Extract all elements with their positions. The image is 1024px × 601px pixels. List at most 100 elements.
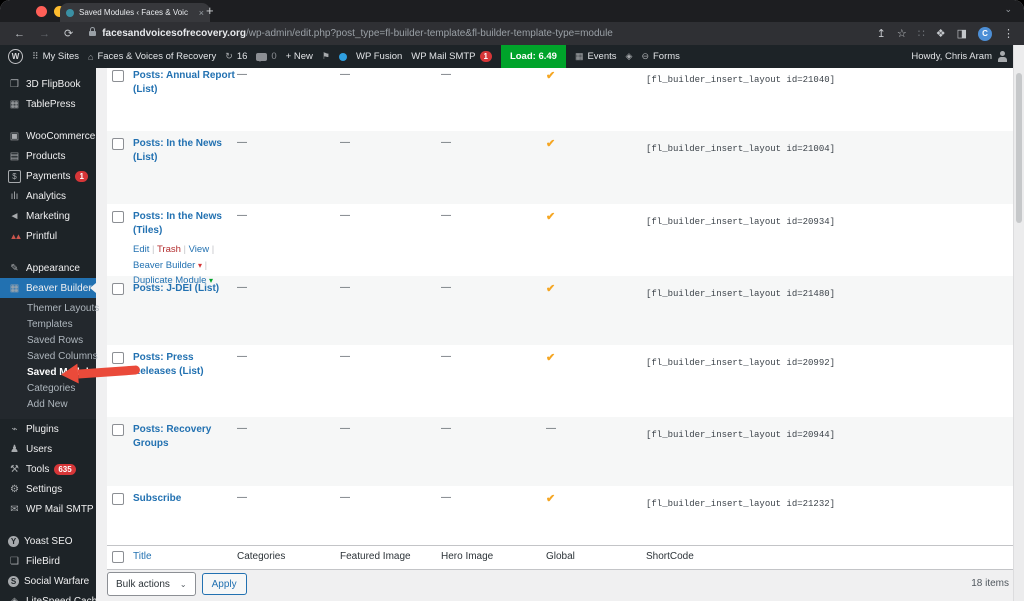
sort-title-link[interactable]: Title [133,551,152,562]
wp-fusion-dot-icon [338,52,347,61]
table-row: Posts: Recovery Groups — — — — [fl_build… [107,417,1014,486]
updates-menu[interactable]: ↻ 16 [225,51,247,62]
sidebar-item-litespeed-cache[interactable]: ◈ LiteSpeed Cache [0,591,103,601]
column-header-hero-image: Hero Image [441,551,494,562]
my-sites-menu[interactable]: ⠿ My Sites [32,51,79,62]
browser-tab[interactable]: Saved Modules ‹ Faces & Voic × [60,3,210,22]
sidebar-item-beaver-builder[interactable]: ▦ Beaver Builder [0,278,96,298]
events-menu[interactable]: ▦ Events [575,51,617,62]
calendar-icon: ▦ [574,51,584,61]
forms-menu[interactable]: ⊖ Forms [641,51,679,62]
close-window-button[interactable] [36,6,47,17]
home-icon: ⌂ [88,51,94,62]
submenu-themer-layouts[interactable]: Themer Layouts [0,301,99,317]
flag-menu[interactable]: ⚑ [322,51,330,62]
bookmark-star-icon[interactable]: ☆ [897,27,907,40]
tab-title: Saved Modules ‹ Faces & Voic [79,8,188,17]
comments-count: 0 [271,51,277,62]
sidebar-item-analytics[interactable]: ılı Analytics [0,186,96,206]
sidebar-item-products[interactable]: ▤ Products [0,146,96,166]
sidebar-item-tablepress[interactable]: ▦ TablePress [0,94,96,114]
row-checkbox[interactable] [112,138,124,150]
row-checkbox[interactable] [112,283,124,295]
extensions-puzzle-icon[interactable]: ❖ [936,27,946,40]
sidebar-item-printful[interactable]: ▲▲ Printful [0,226,96,246]
profile-avatar[interactable]: C [978,26,992,41]
row-checkbox[interactable] [112,211,124,223]
select-all-checkbox[interactable] [112,551,124,563]
submenu-saved-rows[interactable]: Saved Rows [0,333,96,349]
row-checkbox[interactable] [112,70,124,82]
submenu-templates[interactable]: Templates [0,317,96,333]
sidebar-item-filebird[interactable]: ❏ FileBird [0,551,96,571]
module-title-link[interactable]: Posts: J-DEI (List) [133,283,219,294]
share-icon[interactable]: ↥ [877,27,886,40]
server-load-badge[interactable]: Load: 6.49 [500,45,566,68]
scrollbar-thumb[interactable] [1016,73,1022,223]
sidebar-item-users[interactable]: ♟ Users [0,439,96,459]
forward-icon[interactable]: → [39,28,50,40]
edit-link[interactable]: Edit [133,244,149,255]
sidebar-item-wp-mail-smtp[interactable]: ✉ WP Mail SMTP [0,499,96,519]
module-title-link[interactable]: Posts: Annual Report (List) [133,70,235,95]
new-content-menu[interactable]: + New [286,51,313,62]
module-title-link[interactable]: Posts: In the News (Tiles) [133,211,222,236]
module-title-link[interactable]: Posts: In the News (List) [133,138,222,163]
apply-button[interactable]: Apply [201,573,247,595]
module-title-link[interactable]: Posts: Press Releases (List) [133,352,204,377]
tools-icon: ⚒ [10,463,19,475]
litespeed-menu[interactable]: ◈ [626,51,633,62]
tab-close-icon[interactable]: × [199,8,204,18]
sidebar-item-woocommerce[interactable]: ▣ WooCommerce [0,126,96,146]
global-check-icon: ✔ [546,70,556,82]
featured-image-cell: — [340,492,350,503]
row-checkbox[interactable] [112,493,124,505]
view-link[interactable]: View [189,244,209,255]
wp-mail-smtp-menu[interactable]: WP Mail SMTP 1 [411,51,492,62]
extension-badge-icon[interactable]: ∷ [918,27,925,40]
payments-icon: $ [8,169,21,183]
tab-search-chevron-icon[interactable]: ⌄ [1004,4,1012,15]
side-panel-icon[interactable]: ◨ [957,27,967,40]
sidebar-item-plugins[interactable]: ⌁ Plugins [0,419,96,439]
hero-image-cell: — [441,423,451,434]
tab-favicon [66,8,74,17]
comments-menu[interactable]: 0 [256,51,277,62]
new-tab-button[interactable]: + [206,3,214,18]
sidebar-item-yoast-seo[interactable]: Y Yoast SEO [0,531,96,551]
back-icon[interactable]: ← [14,28,25,40]
url-path: /wp-admin/edit.php?post_type=fl-builder-… [246,28,613,39]
sidebar-item-appearance[interactable]: ✎ Appearance [0,258,96,278]
sidebar-item-tools[interactable]: ⚒ Tools 635 [0,459,96,479]
global-check-icon: ✔ [546,211,556,223]
submenu-add-new[interactable]: Add New [0,397,96,413]
trash-link[interactable]: Trash [157,244,181,255]
module-title-link[interactable]: Subscribe [133,493,181,504]
wordpress-logo-icon[interactable]: W [8,49,23,64]
site-name-menu[interactable]: ⌂ Faces & Voices of Recovery [88,51,216,62]
bulk-actions-select[interactable]: Bulk actions ⌄ [107,572,196,596]
sidebar-item-social-warfare[interactable]: S Social Warfare [0,571,96,591]
saved-modules-table: Posts: Annual Report (List) — — — ✔ [fl_… [107,68,1014,570]
row-checkbox[interactable] [112,424,124,436]
categories-cell: — [237,351,247,362]
table-icon: ▦ [9,98,20,110]
sidebar-item-marketing[interactable]: ◄ Marketing [0,206,96,226]
categories-cell: — [237,492,247,503]
browser-menu-icon[interactable]: ⋮ [1003,27,1014,40]
padlock-icon[interactable] [89,27,97,36]
sidebar-item-settings[interactable]: ⚙ Settings [0,479,96,499]
sidebar-item-payments[interactable]: $ Payments 1 [0,166,96,186]
module-title-link[interactable]: Posts: Recovery Groups [133,424,211,449]
table-row: Subscribe — — — ✔ [fl_builder_insert_lay… [107,486,1014,545]
beaver-builder-link[interactable]: Beaver Builder [133,260,195,271]
sidebar-item-3d-flipbook[interactable]: ❒ 3D FlipBook [0,74,96,94]
url-bar[interactable]: facesandvoicesofrecovery.org/wp-admin/ed… [102,28,876,39]
wp-fusion-menu[interactable]: WP Fusion [356,51,402,62]
caret-down-icon[interactable]: ▾ [198,261,202,270]
items-count: 18 items [971,578,1009,589]
account-menu[interactable]: Howdy, Chris Aram [911,51,1008,62]
reload-icon[interactable]: ⟳ [64,27,73,40]
global-check-icon: ✔ [546,138,556,150]
categories-cell: — [237,137,247,148]
